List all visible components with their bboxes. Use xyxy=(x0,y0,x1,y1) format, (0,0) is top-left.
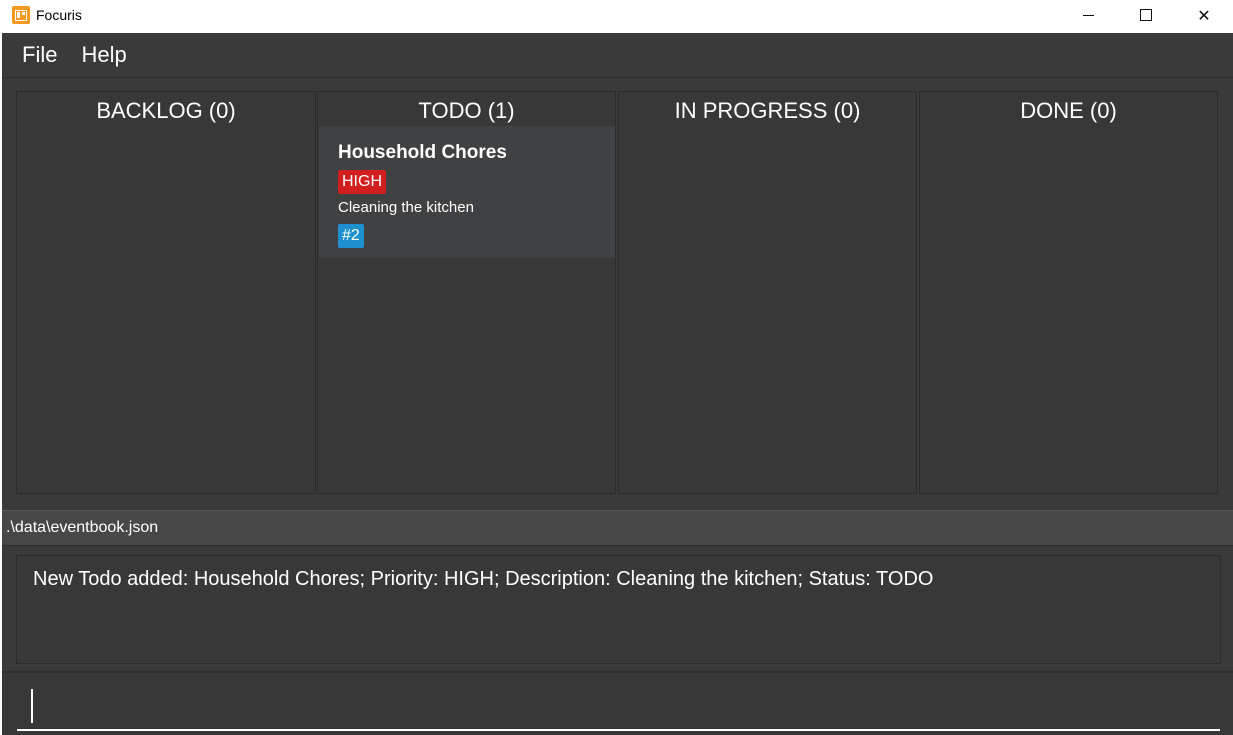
data-file-path: .\data\eventbook.json xyxy=(6,519,159,536)
focuris-board-icon xyxy=(12,6,30,24)
column-backlog: BACKLOG (0) xyxy=(16,91,316,494)
menu-file[interactable]: File xyxy=(22,42,57,68)
task-card[interactable]: Household Chores HIGH Cleaning the kitch… xyxy=(319,126,615,258)
kanban-board: BACKLOG (0) TODO (1) Household Chores HI… xyxy=(16,91,1219,496)
card-id-badge: #2 xyxy=(338,224,364,248)
column-todo: TODO (1) Household Chores HIGH Cleaning … xyxy=(317,91,616,494)
command-input[interactable] xyxy=(17,683,1220,731)
column-header: IN PROGRESS (0) xyxy=(674,98,861,123)
priority-badge: HIGH xyxy=(338,170,386,194)
card-description: Cleaning the kitchen xyxy=(338,199,474,216)
result-message: New Todo added: Household Chores; Priori… xyxy=(33,568,934,590)
window-title: Focuris xyxy=(36,7,82,23)
window-controls: ✕ xyxy=(1059,0,1233,30)
close-button[interactable]: ✕ xyxy=(1175,0,1233,30)
result-display: New Todo added: Household Chores; Priori… xyxy=(16,555,1221,664)
app-window: Focuris ✕ File Help BACKLOG (0) TODO (1) xyxy=(0,0,1233,735)
column-header: DONE (0) xyxy=(1020,98,1117,123)
close-icon: ✕ xyxy=(1197,5,1211,25)
maximize-button[interactable] xyxy=(1117,0,1175,30)
maximize-icon xyxy=(1140,9,1152,21)
menu-bar: File Help xyxy=(2,33,1233,78)
text-caret xyxy=(31,689,33,723)
column-done: DONE (0) xyxy=(919,91,1218,494)
title-bar: Focuris ✕ xyxy=(0,0,1233,30)
app-body: File Help BACKLOG (0) TODO (1) Household… xyxy=(2,33,1233,735)
column-header: BACKLOG (0) xyxy=(96,98,236,123)
command-box xyxy=(2,671,1233,735)
column-in-progress: IN PROGRESS (0) xyxy=(618,91,917,494)
column-header: TODO (1) xyxy=(418,98,515,123)
card-title: Household Chores xyxy=(338,142,507,163)
minimize-icon xyxy=(1082,14,1094,16)
minimize-button[interactable] xyxy=(1059,0,1117,30)
menu-help[interactable]: Help xyxy=(81,42,126,68)
status-bar: .\data\eventbook.json xyxy=(2,510,1233,546)
